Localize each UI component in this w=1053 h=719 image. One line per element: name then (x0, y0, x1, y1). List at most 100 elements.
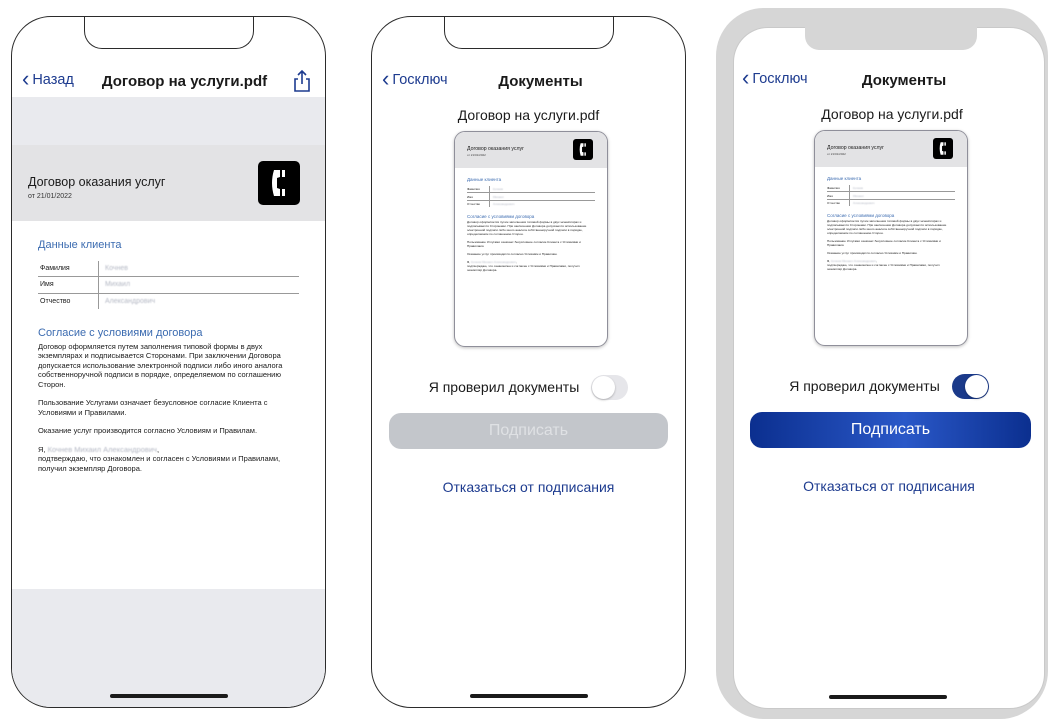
field-label: Отчество (467, 200, 490, 208)
agreement-paragraph: Договор оформляется путем заполнения тип… (827, 219, 947, 236)
field-value: Михаил (98, 276, 299, 294)
document-page: Договор оказания услуг от 21/01/2022 Дан… (12, 145, 325, 589)
field-label: Имя (827, 191, 850, 200)
phone-document-viewer: ‹ Назад Договор на услуги.pdf Договор ок… (11, 16, 326, 708)
phone-logo-icon (933, 138, 953, 159)
thumbnail-date: от 21/01/2022 (827, 152, 846, 156)
chevron-left-icon: ‹ (742, 64, 750, 90)
table-row: Фамилия Кочнев (827, 185, 955, 193)
thumbnail-body: Данные клиента Фамилия Кочнев Имя Михаил О… (467, 177, 595, 276)
field-value: Кочнев (489, 186, 595, 194)
refuse-signing-link[interactable]: Отказаться от подписания (372, 479, 685, 495)
sign-button[interactable]: Подписать (389, 413, 668, 449)
field-label: Отчество (38, 293, 99, 309)
phone-documents-checked: ‹ Госключ Документы Договор на услуги.pd… (734, 28, 1044, 708)
phone-logo-icon (258, 161, 300, 205)
confirmation-paragraph: Я, Кочнев Михаил Александрович, подтверж… (827, 259, 955, 271)
file-name: Договор на услуги.pdf (457, 107, 600, 123)
agreement-paragraph: Договор оформляется путем заполнения тип… (38, 341, 283, 389)
field-value: Александрович (493, 201, 515, 206)
document-title: Договор оказания услуг (28, 175, 166, 189)
client-data-table: Фамилия Кочнев Имя Михаил Отчество Александ… (827, 185, 955, 207)
chevron-left-icon: ‹ (22, 65, 30, 91)
nav-title: Документы (498, 73, 583, 90)
client-section-title: Данные клиента (467, 177, 502, 182)
confirmation-text: подтверждаю, что ознакомлен и согласен с… (467, 264, 580, 273)
viewer-background-top (12, 97, 325, 145)
table-row: Имя Михаил (467, 192, 595, 201)
home-indicator (829, 695, 947, 699)
document-thumbnail[interactable]: Договор оказания услуг от 21/01/2022 Дан… (814, 130, 968, 346)
agreement-paragraph: Оказание услуг производится согласно Усл… (467, 252, 558, 257)
checked-documents-label: Я проверил документы (428, 379, 580, 395)
client-data-table: Фамилия Кочнев Имя Михаил Отчество Александ… (467, 186, 595, 208)
thumbnail-title: Договор оказания услуг (467, 146, 525, 152)
refuse-signing-link[interactable]: Отказаться от подписания (734, 478, 1044, 494)
field-label: Фамилия (38, 260, 99, 277)
home-indicator (470, 694, 588, 698)
checked-documents-row: Я проверил документы (734, 373, 1044, 399)
nav-bar: ‹ Госключ Документы (734, 64, 1044, 96)
table-row: Фамилия Кочнев (467, 186, 595, 194)
client-data-table: Фамилия Кочнев Имя Михаил Отчество Александ… (38, 260, 299, 309)
thumbnail-date: от 21/01/2022 (467, 153, 486, 157)
document-header: Договор оказания услуг от 21/01/2022 (12, 145, 325, 221)
viewer-background-bottom (12, 589, 325, 707)
agreement-paragraph: Оказание услуг производится согласно Усл… (38, 426, 258, 435)
phone-documents-unchecked: ‹ Госключ Документы Договор на услуги.pd… (371, 16, 686, 708)
nav-bar: ‹ Назад Договор на услуги.pdf (12, 65, 325, 97)
nav-title: Договор на услуги.pdf (101, 73, 268, 90)
document-thumbnail[interactable]: Договор оказания услуг от 21/01/2022 Дан… (454, 131, 608, 347)
table-row: Отчество Александрович (827, 199, 955, 207)
toggle-knob (964, 374, 988, 398)
thumbnail-header: Договор оказания услуг от 21/01/2022 (455, 132, 607, 168)
agreement-paragraph: Оказание услуг производится согласно Усл… (827, 251, 918, 256)
share-icon[interactable] (291, 69, 313, 93)
agreement-section-title: Согласие с условиями договора (827, 213, 895, 219)
nav-title: Документы (861, 72, 947, 89)
confirmation-name: Кочнев Михаил Александрович (470, 260, 517, 265)
field-label: Фамилия (467, 186, 490, 194)
thumbnail-header: Договор оказания услуг от 21/01/2022 (815, 131, 967, 167)
field-value: Кочнев (98, 260, 299, 277)
checked-documents-label: Я проверил документы (789, 378, 940, 394)
table-row: Отчество Александрович (467, 200, 595, 208)
field-label: Отчество (827, 199, 850, 207)
nav-bar: ‹ Госключ Документы (372, 67, 685, 97)
confirmation-text: подтверждаю, что ознакомлен и согласен с… (38, 454, 281, 473)
confirmation-name: Кочнев Михаил Александрович (830, 259, 877, 264)
confirmation-paragraph: Я, Кочнев Михаил Александрович, подтверж… (467, 260, 595, 272)
field-label: Имя (38, 276, 99, 294)
phone-logo-icon (573, 139, 593, 160)
confirmation-suffix: , (156, 444, 160, 454)
agreement-paragraph: Пользование Услугами означает безусловно… (38, 398, 268, 417)
home-indicator (110, 694, 228, 698)
field-value: Александрович (853, 200, 875, 205)
thumbnail-body: Данные клиента Фамилия Кочнев Имя Михаил О… (827, 176, 955, 275)
table-row: Имя Михаил (827, 191, 955, 200)
phone-notch (84, 17, 254, 49)
agreement-paragraph: Пользование Услугами означает безусловно… (827, 239, 941, 248)
document-date: от 21/01/2022 (28, 193, 72, 200)
confirmation-prefix: Я, (38, 444, 46, 454)
phone-notch (805, 8, 977, 50)
checked-documents-toggle[interactable] (591, 374, 629, 400)
table-row: Имя Михаил (38, 276, 299, 294)
sign-button[interactable]: Подписать (750, 412, 1031, 448)
checked-documents-toggle[interactable] (951, 373, 989, 399)
client-section-title: Данные клиента (38, 239, 122, 251)
agreement-paragraph: Договор оформляется путем заполнения тип… (467, 220, 587, 237)
toggle-knob (592, 375, 616, 399)
field-value: Кочнев (849, 185, 955, 193)
agreement-section-title: Согласие с условиями договора (38, 327, 203, 339)
agreement-section-title: Согласие с условиями договора (467, 214, 535, 220)
field-value: Михаил (849, 191, 955, 200)
table-row: Отчество Александрович (38, 293, 299, 309)
field-label: Имя (467, 192, 490, 201)
field-label: Фамилия (827, 185, 850, 193)
document-body: Данные клиента Фамилия Кочнев Имя Михаил О… (38, 239, 299, 482)
confirmation-paragraph: Я, Кочнев Михаил Александрович, подтверж… (38, 445, 299, 474)
agreement-paragraph: Пользование Услугами означает безусловно… (467, 240, 581, 249)
thumbnail-title: Договор оказания услуг (827, 145, 885, 151)
file-name: Договор на услуги.pdf (821, 106, 963, 122)
